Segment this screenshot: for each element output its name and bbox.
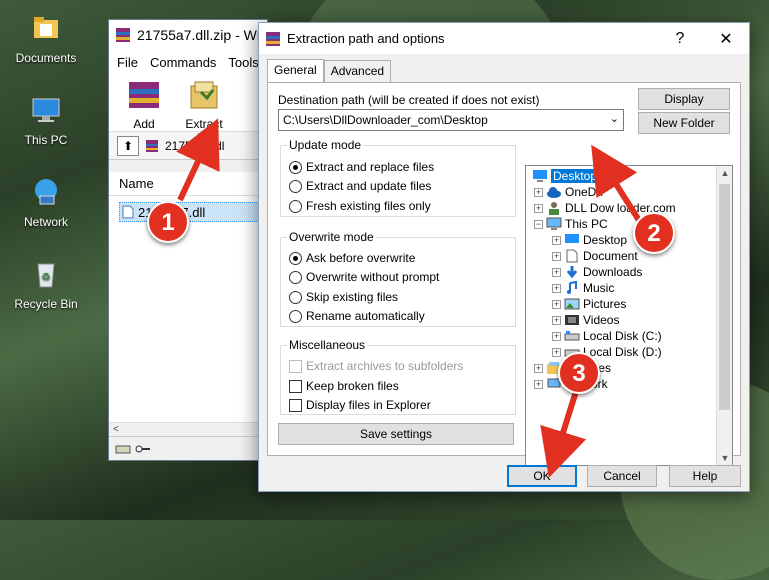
arrow-2 (591, 144, 643, 224)
annotation-badge-2: 2 (633, 212, 675, 254)
arrow-1 (176, 118, 220, 202)
annotation-badge-1: 1 (147, 201, 189, 243)
annotation-arrows (176, 118, 643, 478)
annotation-badge-3: 3 (558, 352, 600, 394)
arrow-3 (540, 384, 587, 478)
